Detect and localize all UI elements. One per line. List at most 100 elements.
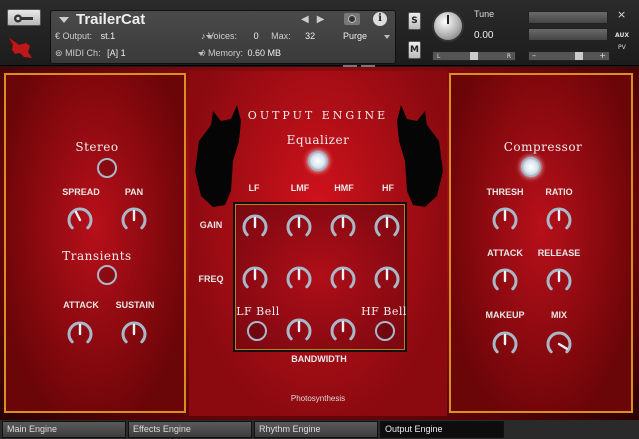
snapshot-camera-icon[interactable] (344, 13, 360, 25)
output-label: Output: (62, 31, 93, 41)
cat-logo-icon (9, 38, 32, 58)
instrument-header: TrailerCat ◀▶ i € Output: st.1 ♪ Voices:… (0, 0, 639, 88)
info-icon[interactable]: i (373, 12, 387, 26)
midi-row[interactable]: ⊚ MIDI Ch: [A] 1 (55, 48, 205, 59)
lf-bell-label: LF Bell (236, 305, 280, 318)
close-icon[interactable]: × (617, 8, 626, 21)
knob-icon (492, 268, 518, 291)
tab-effects-engine[interactable]: Effects Engine (128, 421, 252, 438)
tune-value[interactable]: 0.00 (474, 30, 493, 41)
equalizer-title: Equalizer (286, 133, 350, 147)
instrument-main-area: Stereo SPREAD PAN Transients ATTACK SUST… (0, 67, 639, 420)
voices-value: 0 (253, 31, 259, 41)
knob-icon (286, 266, 312, 289)
voices-row: ♪ Voices: 0 Max: 32 (201, 31, 315, 41)
output-row[interactable]: € Output: st.1 (55, 31, 212, 41)
hf-gain-knob[interactable] (373, 213, 401, 241)
lmf-bandwidth-knob[interactable] (285, 317, 313, 345)
mix-label: MIX (550, 310, 567, 320)
tune-label: Tune (474, 9, 495, 19)
knob-icon (546, 331, 572, 354)
output-engine-panel: OUTPUT ENGINE Equalizer LF LMF HMF HF GA… (189, 71, 447, 416)
memory-row: ◊ Memory: 0.60 MB (201, 48, 281, 58)
wrench-button[interactable] (7, 9, 41, 26)
volume-slider[interactable]: – + (528, 51, 610, 61)
attack-label: ATTACK (63, 300, 99, 310)
instrument-menu-icon[interactable] (59, 17, 69, 23)
volume-minus-icon: – (532, 51, 536, 60)
hmf-bandwidth-knob[interactable] (329, 317, 357, 345)
knob-icon (242, 266, 268, 289)
band-label-hmf: HMF (334, 183, 354, 193)
instrument-info-panel: TrailerCat ◀▶ i € Output: st.1 ♪ Voices:… (50, 10, 396, 88)
pan-slider-thumb[interactable] (470, 52, 478, 60)
equalizer-toggle-button[interactable] (308, 151, 328, 171)
purge-label: Purge (343, 31, 368, 41)
spread-label: SPREAD (62, 187, 100, 197)
mix-knob[interactable] (545, 330, 573, 358)
knob-icon (330, 266, 356, 289)
makeup-label: MAKEUP (485, 310, 525, 320)
midi-value: [A] 1 (107, 48, 126, 58)
pan-slider[interactable]: L R (432, 51, 516, 61)
footer-photosynthesis: Photosynthesis (290, 394, 346, 403)
purge-row[interactable]: Purge (343, 31, 390, 41)
sustain-knob[interactable] (120, 320, 148, 348)
lmf-freq-knob[interactable] (285, 265, 313, 293)
pv-button[interactable]: PV (618, 44, 626, 51)
comp-attack-knob[interactable] (491, 267, 519, 295)
hf-freq-knob[interactable] (373, 265, 401, 293)
pan-right-label: R (506, 53, 511, 60)
memory-icon: ◊ (201, 48, 206, 58)
knob-icon (374, 266, 400, 289)
hmf-freq-knob[interactable] (329, 265, 357, 293)
purge-dropdown-icon[interactable] (383, 34, 390, 39)
knob-icon (67, 207, 93, 230)
lf-gain-knob[interactable] (241, 213, 269, 241)
stereo-title: Stereo (75, 140, 119, 154)
tune-knob[interactable] (432, 10, 464, 42)
max-value[interactable]: 32 (305, 31, 315, 41)
transients-title: Transients (62, 249, 132, 263)
engine-tab-bar: Main Engine Effects Engine Rhythm Engine… (0, 420, 639, 439)
memory-label: Memory: (207, 48, 243, 58)
volume-slider-thumb[interactable] (575, 52, 583, 60)
lf-bell-toggle-button[interactable] (247, 321, 267, 341)
pan-left-label: L (437, 53, 441, 60)
lmf-gain-knob[interactable] (285, 213, 313, 241)
voices-label: Voices: (208, 31, 238, 41)
gain-label: GAIN (199, 220, 223, 230)
stereo-transients-panel: Stereo SPREAD PAN Transients ATTACK SUST… (4, 73, 186, 413)
mute-button[interactable]: M (408, 41, 421, 59)
stereo-toggle-button[interactable] (97, 158, 117, 178)
ratio-label: RATIO (545, 187, 573, 197)
midi-label: MIDI Ch: (65, 48, 101, 58)
knob-icon (374, 214, 400, 237)
tab-rhythm-engine[interactable]: Rhythm Engine (254, 421, 378, 438)
aux-button[interactable]: AUX (615, 32, 629, 39)
transients-toggle-button[interactable] (97, 265, 117, 285)
band-label-hf: HF (382, 183, 394, 193)
solo-button[interactable]: S (408, 12, 421, 30)
hf-bell-toggle-button[interactable] (375, 321, 395, 341)
attack-knob[interactable] (66, 320, 94, 348)
output-icon: € (55, 31, 61, 41)
thresh-knob[interactable] (491, 206, 519, 234)
instrument-nav-arrows-icon[interactable]: ◀▶ (301, 14, 332, 25)
tab-main-engine[interactable]: Main Engine (2, 421, 126, 438)
makeup-knob[interactable] (491, 330, 519, 358)
hmf-gain-knob[interactable] (329, 213, 357, 241)
instrument-name[interactable]: TrailerCat (76, 11, 145, 28)
knob-icon (121, 207, 147, 230)
memory-value: 0.60 MB (247, 48, 282, 58)
ratio-knob[interactable] (545, 206, 573, 234)
lf-freq-knob[interactable] (241, 265, 269, 293)
compressor-toggle-button[interactable] (521, 157, 541, 177)
midi-icon: ⊚ (55, 48, 63, 58)
pan-knob[interactable] (120, 206, 148, 234)
tab-output-engine[interactable]: Output Engine (380, 421, 504, 438)
band-label-lmf: LMF (290, 183, 310, 193)
comp-attack-label: ATTACK (487, 248, 523, 258)
release-knob[interactable] (545, 267, 573, 295)
spread-knob[interactable] (66, 206, 94, 234)
